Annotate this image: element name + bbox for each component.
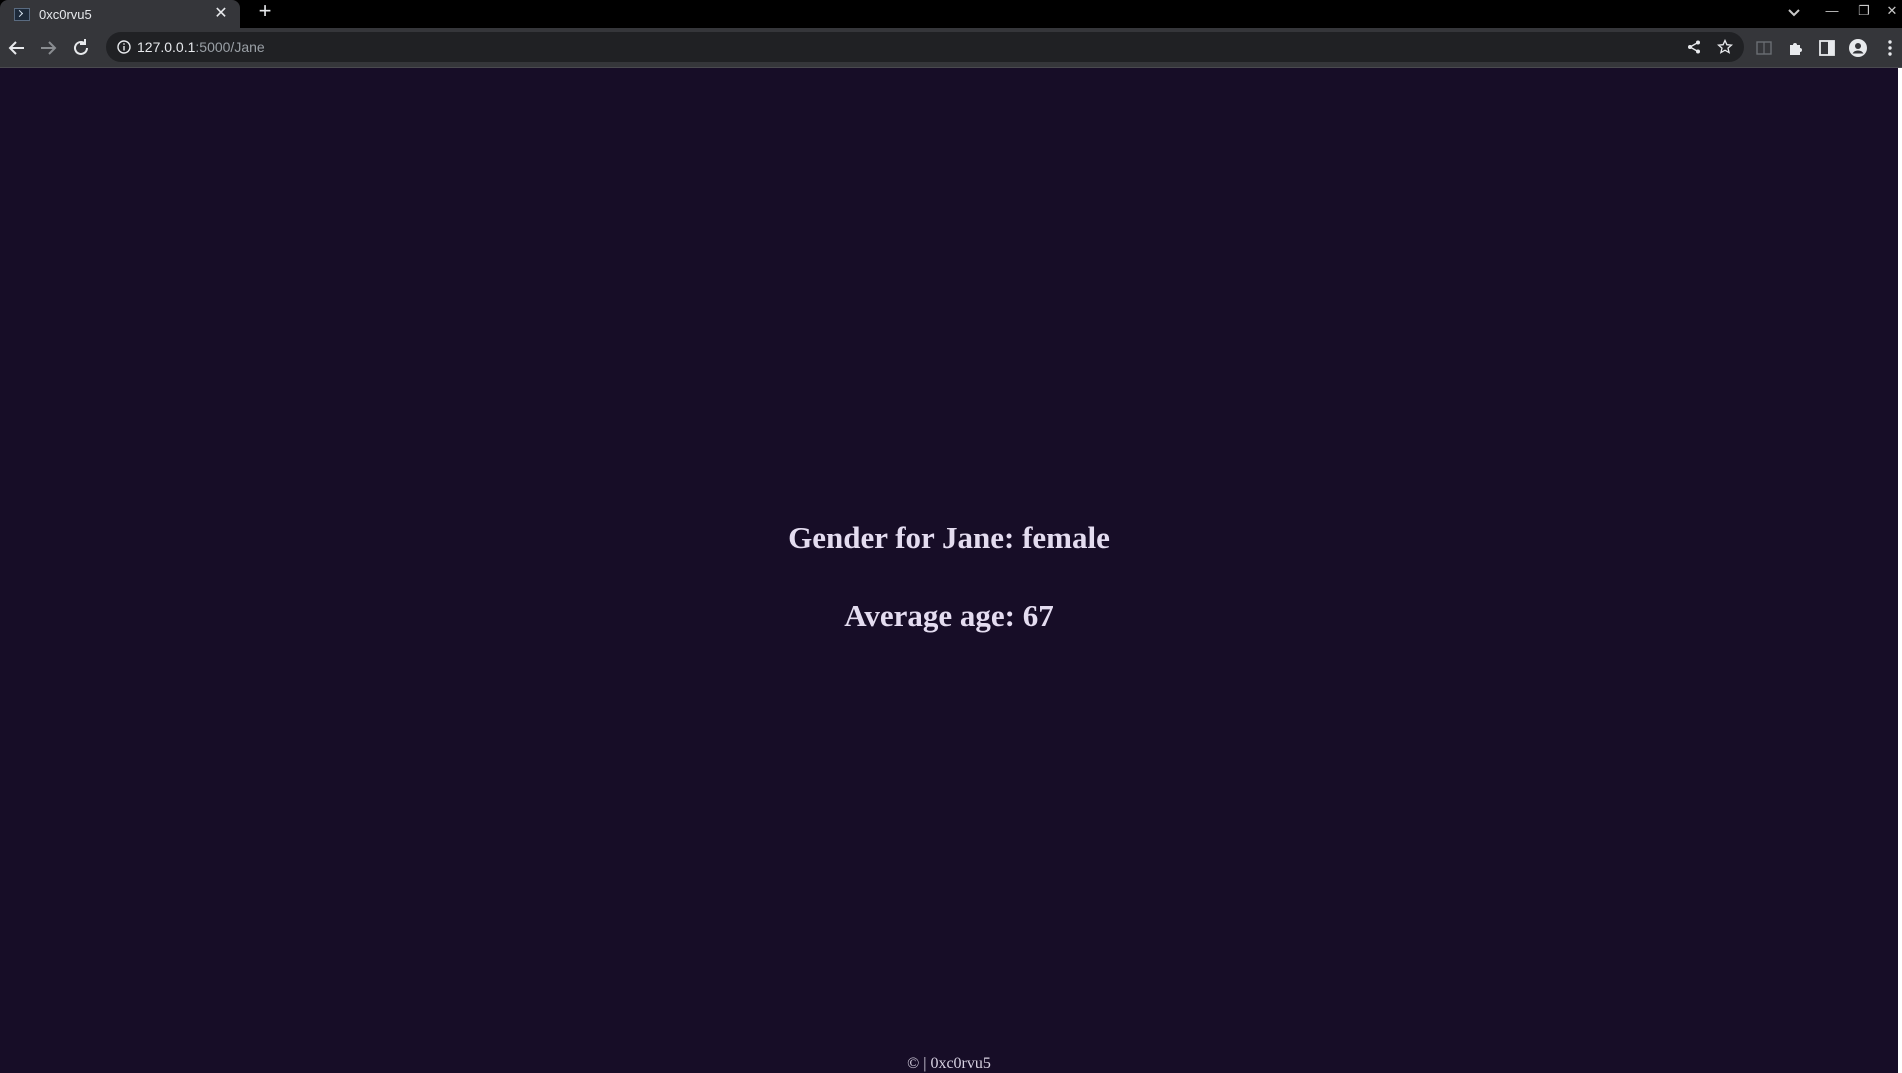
share-icon[interactable]: [1686, 39, 1702, 55]
extensions-puzzle-icon[interactable]: [1786, 38, 1806, 58]
chevron-down-icon[interactable]: [1784, 2, 1804, 22]
new-tab-button[interactable]: +: [254, 0, 276, 24]
address-host: 127.0.0.1: [137, 39, 196, 55]
address-url: 127.0.0.1:5000/Jane: [137, 39, 265, 55]
window-close-button[interactable]: ✕: [1878, 0, 1902, 22]
back-arrow-icon[interactable]: [5, 36, 29, 60]
tab-strip: 0xc0rvu5 ✕ + — ❐ ✕: [0, 0, 1902, 28]
tab-title: 0xc0rvu5: [39, 6, 92, 22]
reading-mode-icon[interactable]: [1754, 38, 1774, 58]
restore-button[interactable]: ❐: [1850, 0, 1878, 22]
browser-tab[interactable]: 0xc0rvu5 ✕: [0, 0, 240, 28]
page-viewport: [0, 68, 1898, 1073]
close-tab-icon[interactable]: ✕: [210, 3, 232, 25]
bookmark-star-icon[interactable]: [1717, 39, 1733, 55]
terminal-icon: [14, 7, 30, 21]
reload-icon[interactable]: [69, 36, 93, 60]
page-footer: © | 0xc0rvu5: [907, 1055, 991, 1072]
browser-toolbar: 127.0.0.1:5000/Jane: [0, 28, 1902, 67]
side-panel-icon[interactable]: [1817, 38, 1837, 58]
minimize-button[interactable]: —: [1818, 0, 1846, 22]
address-path: :5000/Jane: [195, 39, 265, 55]
page-scrollbar[interactable]: [1898, 68, 1902, 1073]
browser-menu-icon[interactable]: [1880, 38, 1900, 58]
site-info-icon[interactable]: [116, 39, 132, 55]
profile-avatar-icon[interactable]: [1848, 38, 1868, 58]
gender-heading: Gender for Jane: female: [788, 520, 1110, 555]
average-age-heading: Average age: 67: [844, 598, 1054, 633]
address-bar[interactable]: 127.0.0.1:5000/Jane: [106, 32, 1744, 62]
forward-arrow-icon[interactable]: [36, 36, 60, 60]
